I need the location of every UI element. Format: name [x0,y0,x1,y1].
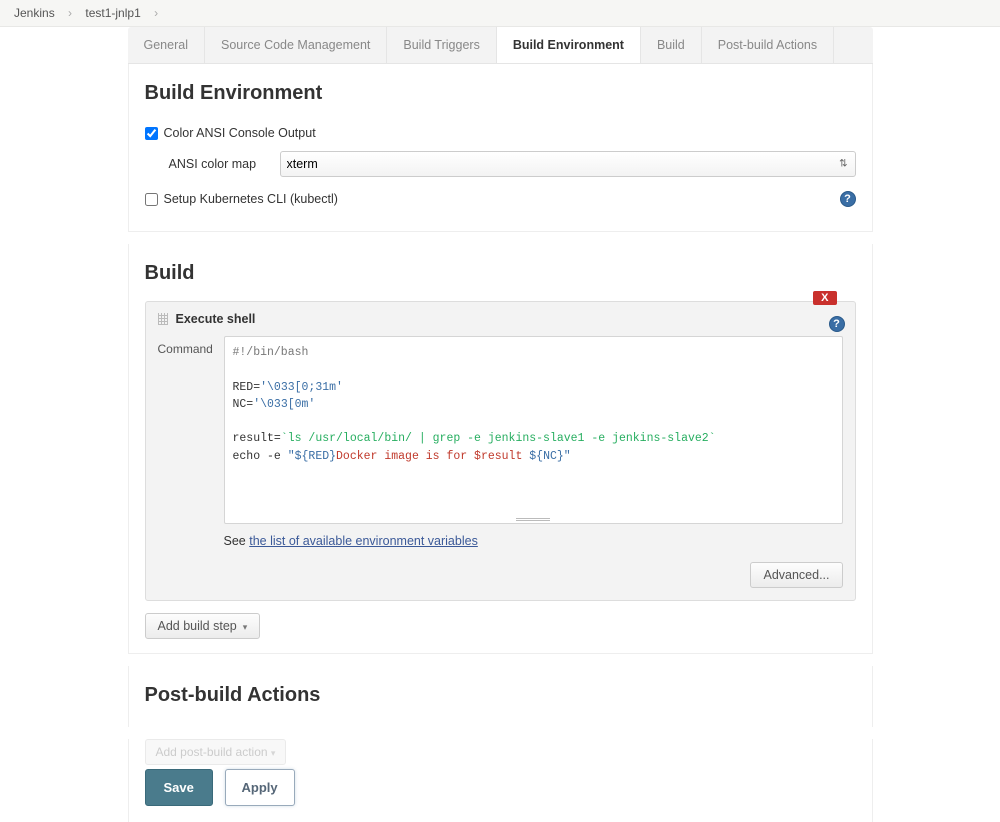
section-build: Build X ? Execute shell Command #!/bin/b… [128,244,873,654]
bottom-bar: Add post-build action ▾ Save Apply [128,739,873,822]
option-kubectl: Setup Kubernetes CLI (kubectl) [145,187,338,211]
command-textarea[interactable]: #!/bin/bash RED='\033[0;31m' NC='\033[0m… [224,336,843,524]
step-title: Execute shell [176,312,256,326]
checkbox-kubectl[interactable] [145,193,158,206]
section-post-build: Post-build Actions [128,666,873,727]
option-label[interactable]: Setup Kubernetes CLI (kubectl) [164,192,338,206]
tab-build-environment[interactable]: Build Environment [497,27,641,63]
tab-post-build[interactable]: Post-build Actions [702,27,834,63]
breadcrumb-sep-icon: › [154,6,158,20]
tab-scm[interactable]: Source Code Management [205,27,387,63]
apply-button[interactable]: Apply [225,769,295,806]
resize-grip-icon[interactable] [516,517,550,521]
option-color-ansi: Color ANSI Console Output [145,121,856,145]
chevron-down-icon: ▾ [271,748,276,758]
section-title: Build Environment [145,82,856,105]
command-label: Command [158,336,220,524]
help-icon[interactable]: ? [840,191,856,207]
drag-handle-icon[interactable] [158,313,168,325]
add-post-build-action-button[interactable]: Add post-build action ▾ [145,739,287,765]
select-wrap: xterm ⇅ [280,151,856,177]
section-title: Post-build Actions [145,684,856,707]
config-tabs: General Source Code Management Build Tri… [128,27,873,64]
help-icon[interactable]: ? [829,316,845,332]
add-build-step-button[interactable]: Add build step [145,613,261,639]
checkbox-color-ansi[interactable] [145,127,158,140]
env-vars-link[interactable]: the list of available environment variab… [249,534,478,548]
delete-step-button[interactable]: X [813,291,836,305]
tab-build[interactable]: Build [641,27,702,63]
breadcrumb-sep-icon: › [68,6,72,20]
breadcrumb-job[interactable]: test1-jnlp1 [85,6,140,20]
section-build-environment: Build Environment Color ANSI Console Out… [128,64,873,232]
tab-general[interactable]: General [128,27,205,63]
advanced-button[interactable]: Advanced... [750,562,842,588]
tab-triggers[interactable]: Build Triggers [387,27,496,63]
env-vars-hint: See the list of available environment va… [224,534,843,548]
breadcrumb: Jenkins › test1-jnlp1 › [0,0,1000,27]
build-step-execute-shell: X ? Execute shell Command #!/bin/bash RE… [145,301,856,601]
select-ansi-color-map[interactable]: xterm [280,151,856,177]
section-title: Build [145,262,856,285]
breadcrumb-root[interactable]: Jenkins [14,6,55,20]
save-button[interactable]: Save [145,769,213,806]
field-ansi-color-map: ANSI color map xterm ⇅ [145,145,856,183]
step-header: Execute shell [146,302,855,332]
field-label: ANSI color map [169,157,274,171]
option-label[interactable]: Color ANSI Console Output [164,126,316,140]
